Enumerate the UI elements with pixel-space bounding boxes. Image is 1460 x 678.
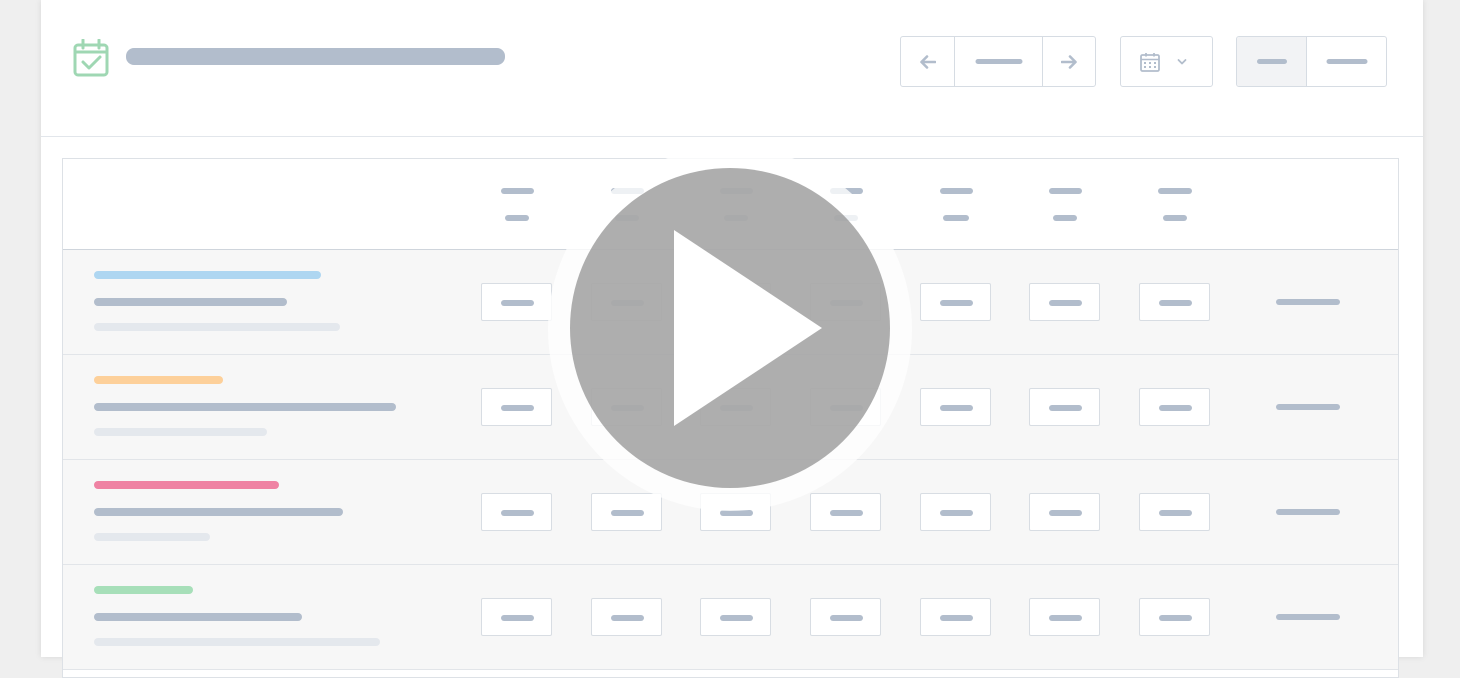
hours-value bbox=[1159, 615, 1192, 621]
hours-input[interactable] bbox=[920, 388, 991, 426]
hours-value bbox=[720, 615, 753, 621]
arrow-right-icon bbox=[1061, 54, 1077, 69]
previous-week-button[interactable] bbox=[901, 37, 954, 86]
hours-input[interactable] bbox=[481, 388, 552, 426]
hours-value bbox=[611, 615, 644, 621]
hours-input[interactable] bbox=[1139, 598, 1210, 636]
hours-value bbox=[1159, 510, 1192, 516]
row-project-tag bbox=[94, 586, 193, 594]
date-picker-button[interactable] bbox=[1121, 37, 1212, 86]
view-option-label bbox=[1256, 59, 1287, 64]
current-week-label bbox=[975, 59, 1022, 64]
hours-input[interactable] bbox=[591, 598, 662, 636]
hours-input[interactable] bbox=[1029, 388, 1100, 426]
row-client-name bbox=[94, 428, 267, 436]
hours-input[interactable] bbox=[920, 598, 991, 636]
hours-value bbox=[940, 510, 973, 516]
hours-input[interactable] bbox=[1139, 283, 1210, 321]
hours-value bbox=[830, 510, 863, 516]
hours-value bbox=[1049, 510, 1082, 516]
title-icon-wrapper bbox=[73, 38, 109, 77]
row-task-name bbox=[94, 403, 396, 411]
next-week-button[interactable] bbox=[1042, 37, 1095, 86]
hours-value bbox=[940, 300, 973, 306]
hours-input[interactable] bbox=[810, 493, 881, 531]
hours-value bbox=[830, 615, 863, 621]
hours-input[interactable] bbox=[481, 493, 552, 531]
chevron-down-icon bbox=[1177, 58, 1187, 64]
arrow-left-icon bbox=[919, 54, 936, 69]
hours-input[interactable] bbox=[591, 493, 662, 531]
view-option[interactable] bbox=[1306, 37, 1386, 86]
row-project-tag bbox=[94, 376, 223, 384]
hours-input[interactable] bbox=[920, 493, 991, 531]
hours-value bbox=[940, 615, 973, 621]
row-project-tag bbox=[94, 271, 321, 279]
row-client-name bbox=[94, 323, 340, 331]
table-row bbox=[63, 565, 1398, 670]
hours-input[interactable] bbox=[481, 598, 552, 636]
hours-value bbox=[1159, 300, 1192, 306]
row-total bbox=[1276, 404, 1340, 410]
row-client-name bbox=[94, 533, 210, 541]
hours-input[interactable] bbox=[1029, 283, 1100, 321]
hours-value bbox=[1159, 405, 1192, 411]
hours-value bbox=[1049, 615, 1082, 621]
view-toggle bbox=[1236, 36, 1387, 87]
view-option-label bbox=[1326, 59, 1367, 64]
day-header-name bbox=[1048, 188, 1082, 194]
hours-input[interactable] bbox=[700, 598, 771, 636]
calendar-check-icon bbox=[73, 38, 109, 77]
hours-input[interactable] bbox=[481, 283, 552, 321]
row-client-name bbox=[94, 638, 380, 646]
day-header-name bbox=[939, 188, 973, 194]
hours-input[interactable] bbox=[1139, 493, 1210, 531]
play-button[interactable] bbox=[570, 168, 890, 488]
page-title bbox=[126, 48, 505, 65]
row-total bbox=[1276, 614, 1340, 620]
day-header-date bbox=[1053, 215, 1077, 221]
row-total bbox=[1276, 509, 1340, 515]
day-header-date bbox=[505, 215, 529, 221]
hours-input[interactable] bbox=[810, 598, 881, 636]
hours-input[interactable] bbox=[1029, 493, 1100, 531]
hours-input[interactable] bbox=[1139, 388, 1210, 426]
hours-value bbox=[1049, 405, 1082, 411]
hours-value bbox=[501, 405, 534, 411]
hours-value bbox=[1049, 300, 1082, 306]
hours-input[interactable] bbox=[1029, 598, 1100, 636]
row-task-name bbox=[94, 613, 302, 621]
day-header-name bbox=[1158, 188, 1192, 194]
row-task-name bbox=[94, 298, 287, 306]
day-header-name bbox=[500, 188, 534, 194]
hours-value bbox=[501, 510, 534, 516]
calendar-icon bbox=[1140, 52, 1160, 72]
week-navigation bbox=[900, 36, 1096, 87]
hours-value bbox=[501, 300, 534, 306]
current-week-button[interactable] bbox=[954, 37, 1042, 86]
date-picker bbox=[1120, 36, 1213, 87]
day-header-date bbox=[943, 215, 969, 221]
row-task-name bbox=[94, 508, 343, 516]
row-total bbox=[1276, 299, 1340, 305]
panel-header bbox=[41, 0, 1423, 137]
view-option-active[interactable] bbox=[1237, 37, 1306, 86]
hours-input[interactable] bbox=[920, 283, 991, 321]
day-header-date bbox=[1163, 215, 1187, 221]
hours-value bbox=[940, 405, 973, 411]
row-project-tag bbox=[94, 481, 279, 489]
hours-value bbox=[611, 510, 644, 516]
play-icon bbox=[674, 230, 822, 426]
hours-value bbox=[501, 615, 534, 621]
